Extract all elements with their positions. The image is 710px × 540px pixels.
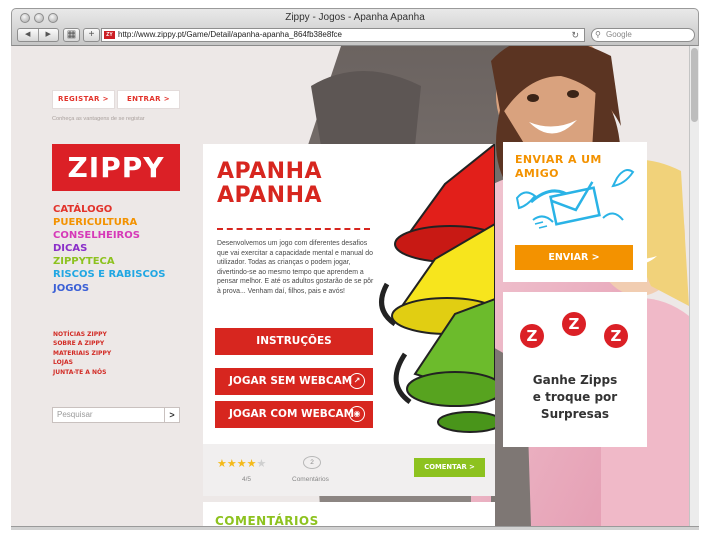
zippy-logo[interactable]: ZIPPY: [52, 144, 180, 191]
zipp-coin-icon: Z: [562, 312, 586, 336]
comment-button[interactable]: COMENTAR >: [414, 458, 485, 477]
star-icon[interactable]: ★: [227, 458, 237, 470]
bookmarks-grid-icon[interactable]: ▦: [63, 28, 80, 42]
play-without-webcam-button[interactable]: JOGAR SEM WEBCAM ↗: [215, 368, 373, 395]
menu-item-conselheiros[interactable]: CONSELHEIROS: [53, 229, 166, 242]
scrollbar-thumb[interactable]: [691, 48, 698, 122]
game-card-footer: ★★★★★ 4/5 2 Comentários COMENTAR >: [203, 444, 495, 496]
zipps-text-line-1: Ganhe Zipps: [532, 373, 618, 387]
vertical-scrollbar[interactable]: [689, 46, 699, 526]
zipps-text-line-3: Surpresas: [540, 407, 610, 421]
menu-item-materiais[interactable]: MATERIAIS ZIPPY: [53, 349, 111, 358]
login-button[interactable]: ENTRAR >: [117, 90, 180, 109]
play-with-webcam-button[interactable]: JOGAR COM WEBCAM ◉: [215, 401, 373, 428]
site-search-input[interactable]: Pesquisar: [52, 407, 166, 423]
menu-item-junta-te[interactable]: JUNTA-TE A NÓS: [53, 368, 111, 377]
secondary-menu: NOTÍCIAS ZIPPY SOBRE A ZIPPY MATERIAIS Z…: [53, 330, 111, 377]
menu-item-puericultura[interactable]: PUERICULTURA: [53, 216, 166, 229]
window-title: Zippy - Jogos - Apanha Apanha: [285, 12, 425, 23]
menu-item-jogos[interactable]: JOGOS: [53, 282, 166, 295]
game-card: APANHA APANHA Desenvolvemos um jogo com …: [203, 144, 495, 496]
window-bottom-edge: [11, 526, 699, 530]
game-title-line-2: APANHA: [217, 183, 323, 208]
comments-label: Comentários: [292, 476, 329, 483]
menu-item-noticias[interactable]: NOTÍCIAS ZIPPY: [53, 330, 111, 339]
webcam-icon: ◉: [349, 406, 365, 422]
play-without-webcam-label: JOGAR SEM WEBCAM: [229, 375, 353, 387]
menu-item-sobre[interactable]: SOBRE A ZIPPY: [53, 339, 111, 348]
star-icon[interactable]: ★: [217, 458, 227, 470]
browser-search-placeholder: Google: [606, 30, 632, 39]
zipp-coin-icon: Z: [604, 324, 628, 348]
menu-item-lojas[interactable]: LOJAS: [53, 358, 111, 367]
zipps-coins: Z Z Z: [520, 312, 628, 348]
site-favicon-icon: ZY: [104, 31, 115, 39]
address-bar[interactable]: ZY http://www.zippy.pt/Game/Detail/apanh…: [101, 28, 585, 42]
search-icon: ⚲: [595, 30, 601, 39]
rating-stars[interactable]: ★★★★★: [217, 457, 266, 470]
reload-icon[interactable]: ↻: [571, 29, 579, 41]
flying-envelope-icon: [515, 169, 635, 229]
site-search-button[interactable]: >: [164, 407, 180, 423]
address-url: http://www.zippy.pt/Game/Detail/apanha-a…: [118, 30, 342, 39]
menu-item-zippyteca[interactable]: ZIPPYTECA: [53, 255, 166, 268]
game-title: APANHA APANHA: [217, 160, 322, 208]
stacked-cups-illustration: [379, 144, 495, 433]
star-icon[interactable]: ★: [247, 458, 257, 470]
page-viewport: REGISTAR > ENTRAR > Conheça as vantagens…: [11, 46, 689, 526]
history-buttons: ◀ ▶: [17, 28, 59, 42]
instructions-label: INSTRUÇÕES: [256, 335, 332, 347]
zipps-text-line-2: e troque por: [532, 390, 618, 404]
send-to-friend-panel: ENVIAR A UM AMIGO ENVIAR >: [503, 142, 647, 282]
send-button[interactable]: ENVIAR >: [515, 245, 633, 270]
browser-toolbar: Zippy - Jogos - Apanha Apanha ◀ ▶ ▦ + ZY…: [11, 8, 699, 46]
play-with-webcam-label: JOGAR COM WEBCAM: [229, 408, 355, 420]
rating-value: 4/5: [242, 476, 252, 483]
menu-item-riscos-e-rabiscos[interactable]: RISCOS E RABISCOS: [53, 268, 166, 281]
zipps-promo-text: Ganhe Zipps e troque por Surpresas: [503, 372, 647, 423]
forward-arrow-icon[interactable]: ▶: [37, 29, 59, 41]
zipps-promo-panel[interactable]: Z Z Z Ganhe Zipps e troque por Surpresas: [503, 292, 647, 447]
comments-section: COMENTÁRIOS: [203, 502, 495, 526]
browser-search-field[interactable]: ⚲ Google: [591, 28, 695, 42]
star-icon[interactable]: ★: [237, 458, 247, 470]
zipp-coin-icon: Z: [520, 324, 544, 348]
comments-section-title: COMENTÁRIOS: [215, 514, 319, 526]
game-description: Desenvolvemos um jogo com diferentes des…: [217, 240, 374, 295]
title-divider: [217, 228, 370, 230]
comment-count-bubble-icon: 2: [303, 456, 321, 469]
main-menu: CATÁLOGO PUERICULTURA CONSELHEIROS DICAS…: [53, 203, 166, 295]
arrow-icon: ↗: [349, 373, 365, 389]
game-title-line-1: APANHA: [217, 159, 323, 184]
instructions-button[interactable]: INSTRUÇÕES: [215, 328, 373, 355]
back-arrow-icon[interactable]: ◀: [18, 29, 38, 41]
star-icon[interactable]: ★: [257, 458, 267, 470]
register-button[interactable]: REGISTAR >: [52, 90, 115, 109]
register-benefits-link[interactable]: Conheça as vantagens de se registar: [52, 116, 145, 122]
menu-item-dicas[interactable]: DICAS: [53, 242, 166, 255]
add-bookmark-icon[interactable]: +: [83, 28, 100, 42]
menu-item-catalogo[interactable]: CATÁLOGO: [53, 203, 166, 216]
